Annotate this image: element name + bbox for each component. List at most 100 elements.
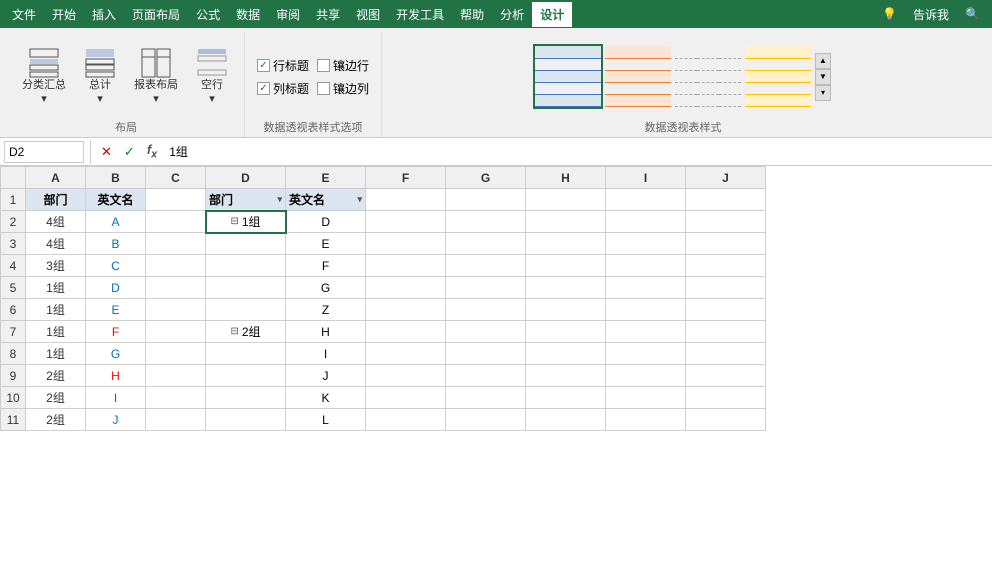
col-header-j[interactable]: J xyxy=(686,167,766,189)
cell[interactable] xyxy=(606,321,686,343)
cell[interactable]: F xyxy=(86,321,146,343)
cell[interactable] xyxy=(446,365,526,387)
cell[interactable]: B xyxy=(86,233,146,255)
cell[interactable] xyxy=(606,233,686,255)
cell[interactable] xyxy=(206,277,286,299)
cell[interactable] xyxy=(606,365,686,387)
menu-page-layout[interactable]: 页面布局 xyxy=(124,2,188,27)
row-header-4[interactable]: 4 xyxy=(1,255,26,277)
cell[interactable]: ⊟2组 xyxy=(206,321,286,343)
cell[interactable] xyxy=(526,211,606,233)
menu-design[interactable]: 设计 xyxy=(532,2,572,27)
cell[interactable] xyxy=(606,299,686,321)
cell[interactable] xyxy=(446,387,526,409)
subtotal-button[interactable]: 分类汇总▾ xyxy=(16,43,72,109)
cell[interactable]: Z xyxy=(286,299,366,321)
cell[interactable] xyxy=(366,343,446,365)
cell[interactable]: D xyxy=(286,211,366,233)
row-header-10[interactable]: 10 xyxy=(1,387,26,409)
cell[interactable]: H xyxy=(286,321,366,343)
menu-share[interactable]: 共享 xyxy=(308,2,348,27)
cell[interactable]: I xyxy=(86,387,146,409)
cell[interactable] xyxy=(146,343,206,365)
cell[interactable]: 2组 xyxy=(26,365,86,387)
cell[interactable]: J xyxy=(286,365,366,387)
menu-dev-tools[interactable]: 开发工具 xyxy=(388,2,452,27)
dropdown-arrow-icon[interactable]: ▾ xyxy=(357,194,362,205)
banded-col-checkbox[interactable]: 镶边列 xyxy=(317,80,369,97)
cell[interactable] xyxy=(686,277,766,299)
cell[interactable] xyxy=(526,299,606,321)
cell[interactable]: 部门▾ xyxy=(206,189,286,211)
cell[interactable]: 2组 xyxy=(26,387,86,409)
cell[interactable] xyxy=(686,321,766,343)
grand-total-button[interactable]: 总计▾ xyxy=(76,43,124,109)
cell[interactable] xyxy=(606,255,686,277)
cell[interactable]: E xyxy=(286,233,366,255)
style-thumb-2[interactable] xyxy=(603,44,673,109)
cell[interactable] xyxy=(686,409,766,431)
cell[interactable] xyxy=(146,387,206,409)
cell-reference-box[interactable]: D2 xyxy=(4,141,84,163)
row-header-checkbox[interactable]: 行标题 xyxy=(257,57,309,74)
cell[interactable] xyxy=(146,321,206,343)
blank-rows-button[interactable]: 空行▾ xyxy=(188,43,236,109)
cell[interactable] xyxy=(686,387,766,409)
cell[interactable]: K xyxy=(286,387,366,409)
cell[interactable] xyxy=(146,233,206,255)
cell[interactable] xyxy=(446,211,526,233)
cancel-icon[interactable]: ✕ xyxy=(97,142,116,162)
row-header-8[interactable]: 8 xyxy=(1,343,26,365)
row-header-7[interactable]: 7 xyxy=(1,321,26,343)
col-header-c[interactable]: C xyxy=(146,167,206,189)
cell[interactable] xyxy=(206,343,286,365)
cell[interactable] xyxy=(526,343,606,365)
cell[interactable]: 2组 xyxy=(26,409,86,431)
formula-input[interactable] xyxy=(165,141,992,163)
cell[interactable] xyxy=(146,211,206,233)
style-scroll-more[interactable]: ▾ xyxy=(815,85,831,101)
menu-help[interactable]: 帮助 xyxy=(452,2,492,27)
cell[interactable]: 4组 xyxy=(26,211,86,233)
cell[interactable] xyxy=(206,365,286,387)
function-icon[interactable]: fx xyxy=(143,140,161,163)
cell[interactable]: 4组 xyxy=(26,233,86,255)
menu-tell-me[interactable]: 告诉我 xyxy=(905,2,957,27)
cell[interactable] xyxy=(206,255,286,277)
cell[interactable] xyxy=(146,409,206,431)
cell[interactable] xyxy=(446,277,526,299)
cell[interactable]: 英文名▾ xyxy=(286,189,366,211)
cell[interactable] xyxy=(146,277,206,299)
cell[interactable]: A xyxy=(86,211,146,233)
cell[interactable]: I xyxy=(286,343,366,365)
collapse-button[interactable]: ⊟ xyxy=(230,326,238,337)
cell[interactable]: H xyxy=(86,365,146,387)
menu-insert[interactable]: 插入 xyxy=(84,2,124,27)
cell[interactable]: L xyxy=(286,409,366,431)
cell[interactable] xyxy=(146,189,206,211)
cell[interactable] xyxy=(446,255,526,277)
cell[interactable]: 3组 xyxy=(26,255,86,277)
cell[interactable] xyxy=(606,343,686,365)
cell[interactable]: 部门 xyxy=(26,189,86,211)
cell[interactable] xyxy=(446,189,526,211)
col-header-b[interactable]: B xyxy=(86,167,146,189)
col-header-h[interactable]: H xyxy=(526,167,606,189)
cell[interactable] xyxy=(606,211,686,233)
cell[interactable]: J xyxy=(86,409,146,431)
collapse-button[interactable]: ⊟ xyxy=(230,216,238,227)
cell[interactable] xyxy=(446,409,526,431)
cell[interactable]: E xyxy=(86,299,146,321)
cell[interactable]: C xyxy=(86,255,146,277)
style-scroll-up[interactable]: ▲ xyxy=(815,53,831,69)
cell[interactable]: ⊟1组 xyxy=(206,211,286,233)
row-header-5[interactable]: 5 xyxy=(1,277,26,299)
menu-start[interactable]: 开始 xyxy=(44,2,84,27)
row-header-3[interactable]: 3 xyxy=(1,233,26,255)
cell[interactable]: F xyxy=(286,255,366,277)
cell[interactable] xyxy=(686,255,766,277)
cell[interactable] xyxy=(206,409,286,431)
cell[interactable] xyxy=(686,343,766,365)
cell[interactable] xyxy=(686,233,766,255)
col-header-checkbox[interactable]: 列标题 xyxy=(257,80,309,97)
